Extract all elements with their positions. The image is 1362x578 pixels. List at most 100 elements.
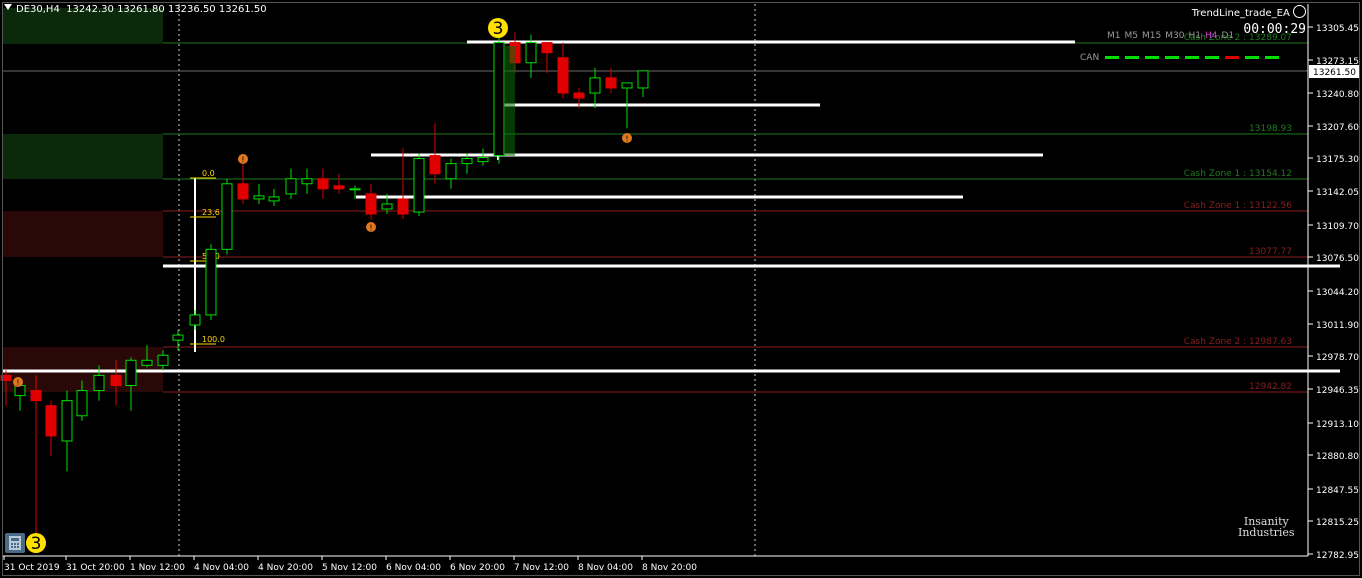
timeframe-h1[interactable]: H1: [1188, 31, 1201, 41]
candle[interactable]: [445, 163, 457, 180]
can-signal-dash: [1185, 56, 1199, 59]
can-label: CAN: [1080, 53, 1100, 63]
candle[interactable]: [589, 77, 601, 94]
candle[interactable]: [605, 77, 617, 89]
signal-symbol: !: [369, 224, 372, 233]
candle-highlight: [503, 46, 515, 156]
candle[interactable]: [637, 70, 649, 89]
candle[interactable]: [493, 42, 505, 157]
candle[interactable]: [621, 82, 633, 89]
candle[interactable]: [93, 374, 105, 392]
dropdown-triangle-icon[interactable]: [4, 4, 12, 10]
timeframe-m1[interactable]: M1: [1107, 31, 1121, 41]
candle[interactable]: [205, 248, 217, 316]
candle[interactable]: [61, 400, 73, 442]
price-tick-label: 13142.05: [1316, 188, 1359, 198]
time-tick-label: 4 Nov 20:00: [258, 563, 313, 573]
candle[interactable]: [349, 188, 361, 191]
candle[interactable]: [573, 92, 585, 99]
time-tick-label: 1 Nov 12:00: [130, 563, 185, 573]
price-tick-label: 12782.95: [1316, 551, 1359, 561]
timeframe-h4[interactable]: H4: [1205, 31, 1218, 41]
ea-name: TrendLine_trade_EA: [1192, 5, 1306, 19]
price-tick-label: 12978.70: [1316, 353, 1359, 363]
time-tick-label: 31 Oct 20:00: [66, 563, 125, 573]
candle[interactable]: [333, 185, 345, 190]
level-label: Cash Zone 2 : 12987.63: [1184, 337, 1292, 347]
can-signal-dash: [1165, 56, 1179, 59]
candle[interactable]: [429, 155, 441, 175]
candle[interactable]: [268, 196, 280, 202]
candle[interactable]: [557, 57, 569, 94]
candle[interactable]: [237, 183, 249, 200]
candle[interactable]: [413, 158, 425, 213]
signal-symbol: !: [16, 379, 19, 388]
can-signal-dash: [1145, 56, 1159, 59]
timeframe-m5[interactable]: M5: [1125, 31, 1139, 41]
price-chart[interactable]: Cash Zone 2 : 13289.0713198.93Cash Zone …: [0, 0, 1362, 578]
can-signal-dash: [1125, 56, 1139, 59]
timeframe-m15[interactable]: M15: [1142, 31, 1161, 41]
level-label: Cash Zone 1 : 13122.56: [1184, 201, 1293, 211]
time-tick-label: 6 Nov 20:00: [450, 563, 505, 573]
candle[interactable]: [30, 390, 42, 402]
fib-level-label: 0.0: [202, 169, 215, 178]
candle[interactable]: [253, 195, 265, 200]
symbol-timeframe: DE30,H4: [16, 4, 60, 15]
level-label: 12942.82: [1249, 382, 1292, 392]
fib-level-label: 23.6: [202, 208, 220, 217]
trading-chart-window[interactable]: Cash Zone 2 : 13289.07 13198.93 Cash Zone …: [0, 0, 1362, 578]
smiley-icon[interactable]: [1293, 5, 1306, 18]
level-label: 13077.77: [1249, 247, 1292, 257]
pattern-badge-number: 3: [31, 534, 42, 554]
price-tick-label: 13240.80: [1316, 90, 1359, 100]
bar-timer: 00:00:29: [1243, 22, 1306, 37]
calculator-icon[interactable]: [5, 533, 25, 553]
price-tick-label: 13109.70: [1316, 222, 1359, 232]
chart-header: DE30,H4 13242.30 13261.80 13236.50 13261…: [4, 3, 267, 17]
timeframe-d1[interactable]: D1: [1221, 31, 1234, 41]
price-tick-label: 13076.50: [1316, 254, 1359, 264]
candle[interactable]: [381, 203, 393, 210]
candle[interactable]: [189, 314, 201, 326]
can-signal-dash: [1245, 56, 1259, 59]
candle[interactable]: [317, 178, 329, 190]
candle[interactable]: [76, 390, 88, 417]
price-tick-label: 12847.55: [1316, 486, 1359, 496]
time-tick-label: 5 Nov 12:00: [322, 563, 377, 573]
candle[interactable]: [141, 359, 153, 366]
time-tick-label: 6 Nov 04:00: [386, 563, 441, 573]
price-tick-label: 13175.30: [1316, 155, 1359, 165]
candle[interactable]: [477, 157, 489, 163]
demand-zone-mid: [3, 211, 163, 257]
ea-name-text: TrendLine_trade_EA: [1191, 8, 1290, 19]
time-tick-label: 8 Nov 04:00: [578, 563, 633, 573]
price-tick-label: 12946.35: [1316, 386, 1359, 396]
signal-symbol: !: [625, 135, 628, 144]
candle[interactable]: [461, 158, 473, 165]
time-tick-label: 8 Nov 20:00: [642, 563, 697, 573]
candle[interactable]: [365, 193, 377, 215]
price-tick-label: 13207.60: [1316, 123, 1359, 133]
candle[interactable]: [45, 405, 57, 437]
candle[interactable]: [525, 42, 537, 64]
candle[interactable]: [301, 178, 313, 185]
candle[interactable]: [221, 183, 233, 250]
candle[interactable]: [397, 198, 409, 215]
signal-symbol: !: [241, 156, 244, 165]
candle[interactable]: [285, 178, 297, 195]
candle[interactable]: [157, 354, 169, 366]
candle[interactable]: [110, 374, 122, 387]
time-tick-label: 7 Nov 12:00: [514, 563, 569, 573]
price-tick-label: 13011.90: [1316, 321, 1359, 331]
brand-logo: Insanity Industries: [1238, 516, 1295, 538]
level-label: Cash Zone 1 : 13154.12: [1184, 169, 1292, 179]
supply-zone-mid: [3, 134, 163, 179]
timeframe-m30[interactable]: M30: [1165, 31, 1184, 41]
price-tick-label: 13044.20: [1316, 288, 1359, 298]
can-signal-dash: [1105, 56, 1119, 59]
candle[interactable]: [172, 334, 184, 341]
price-tick-label: 13305.45: [1316, 24, 1359, 34]
candle[interactable]: [125, 359, 137, 387]
candle[interactable]: [541, 42, 553, 54]
